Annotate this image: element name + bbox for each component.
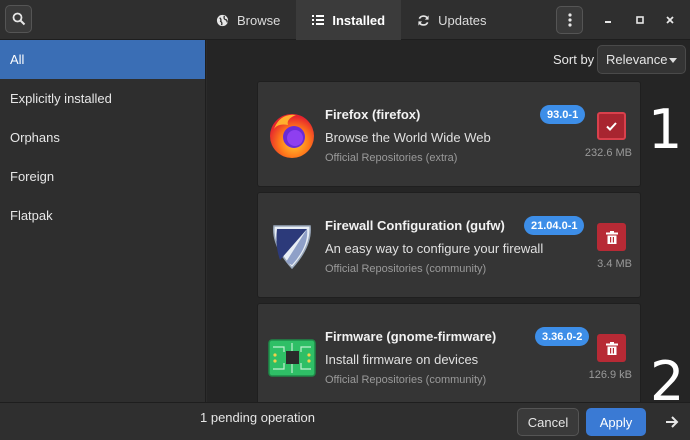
tab-browse-label: Browse	[237, 12, 281, 28]
chevron-down-icon	[669, 58, 677, 63]
remove-toggle-button[interactable]	[597, 112, 626, 140]
package-description: An easy way to configure your firewall	[325, 241, 544, 256]
kebab-menu-icon	[567, 13, 572, 27]
package-description: Browse the World Wide Web	[325, 130, 491, 145]
close-icon	[666, 16, 674, 24]
package-card-gufw[interactable]: Firewall Configuration (gufw) 21.04.0-1 …	[257, 192, 641, 298]
checkmark-icon	[606, 121, 617, 131]
list-icon	[312, 15, 325, 25]
remove-button[interactable]	[597, 334, 626, 362]
version-badge: 3.36.0-2	[535, 327, 590, 346]
sidebar-item-foreign[interactable]: Foreign	[0, 157, 205, 196]
package-repo: Official Repositories (extra)	[325, 152, 458, 164]
search-button[interactable]	[5, 5, 32, 33]
annotation-number-1: 1	[648, 98, 683, 161]
search-icon	[12, 12, 25, 26]
sidebar: All Explicitly installed Orphans Foreign…	[0, 40, 206, 402]
package-repo: Official Repositories (community)	[325, 374, 487, 386]
remove-button[interactable]	[597, 223, 626, 251]
refresh-icon	[418, 14, 429, 26]
maximize-icon	[636, 16, 644, 24]
menu-button[interactable]	[556, 6, 583, 34]
sidebar-item-explicitly-installed[interactable]: Explicitly installed	[0, 79, 205, 118]
package-size: 232.6 MB	[584, 147, 632, 159]
close-button[interactable]	[660, 10, 680, 30]
package-title: Firefox (firefox)	[325, 107, 421, 122]
package-list-pane: Sort by Relevance Firefox (firefox) 93.0…	[207, 40, 690, 402]
trash-icon	[605, 230, 618, 244]
package-size: 126.9 kB	[588, 369, 632, 381]
sidebar-item-all[interactable]: All	[0, 40, 205, 79]
version-badge: 93.0-1	[540, 105, 586, 124]
shield-icon	[273, 225, 311, 270]
cancel-button[interactable]: Cancel	[517, 408, 579, 436]
sidebar-item-flatpak[interactable]: Flatpak	[0, 196, 205, 235]
sort-label: Sort by	[553, 52, 595, 67]
sort-value: Relevance	[606, 52, 668, 67]
package-description: Install firmware on devices	[325, 352, 479, 367]
circuit-board-icon	[268, 339, 316, 377]
globe-icon	[216, 14, 229, 26]
firefox-icon	[270, 114, 314, 158]
header-bar: Browse Installed Updates	[0, 0, 690, 40]
apply-button[interactable]: Apply	[586, 408, 646, 436]
transaction-bar: 1 pending operation Cancel Apply	[0, 402, 690, 440]
package-card-firefox[interactable]: Firefox (firefox) 93.0-1 Browse the Worl…	[257, 81, 641, 187]
tab-installed[interactable]: Installed	[296, 0, 402, 40]
tab-browse[interactable]: Browse	[200, 0, 296, 40]
pending-operations-label: 1 pending operation	[200, 410, 315, 425]
sort-dropdown[interactable]: Relevance	[597, 45, 686, 74]
tab-installed-label: Installed	[332, 12, 386, 28]
arrow-right-icon[interactable]	[662, 412, 682, 432]
tab-updates-label: Updates	[438, 12, 487, 28]
trash-icon	[605, 341, 618, 355]
package-title: Firewall Configuration (gufw)	[325, 218, 505, 233]
view-switcher: Browse Installed Updates	[200, 0, 503, 40]
package-title: Firmware (gnome-firmware)	[325, 329, 497, 344]
version-badge: 21.04.0-1	[524, 216, 585, 235]
annotation-number-2: 2	[650, 350, 685, 413]
sidebar-item-orphans[interactable]: Orphans	[0, 118, 205, 157]
package-size: 3.4 MB	[597, 258, 632, 270]
package-card-gnome-firmware[interactable]: Firmware (gnome-firmware) 3.36.0-2 Insta…	[257, 303, 641, 402]
minimize-icon	[605, 21, 611, 23]
package-repo: Official Repositories (community)	[325, 263, 487, 275]
tab-updates[interactable]: Updates	[401, 0, 502, 40]
maximize-button[interactable]	[630, 10, 650, 30]
minimize-button[interactable]	[598, 10, 618, 30]
